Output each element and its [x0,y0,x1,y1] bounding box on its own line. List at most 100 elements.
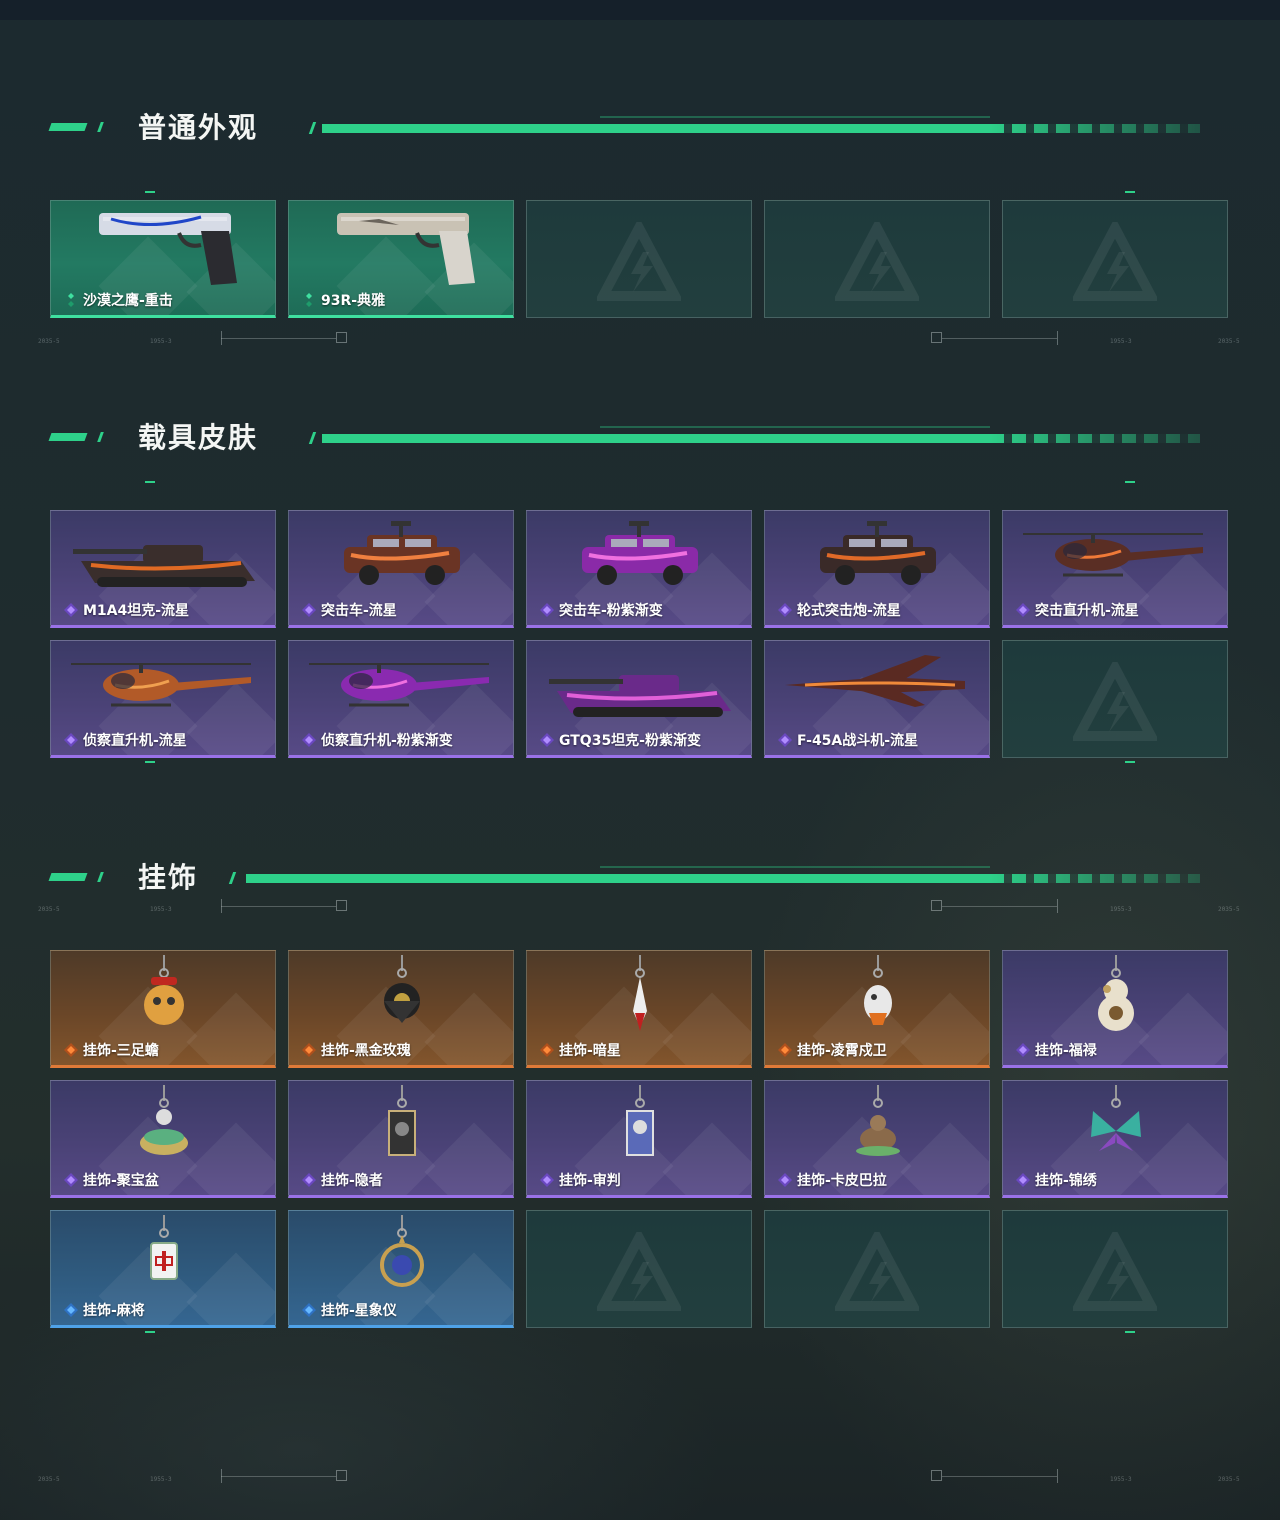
header-dash [48,873,88,881]
item-label: F-45A战斗机-流星 [777,730,918,750]
item-card[interactable]: 侦察直升机-粉紫渐变 [288,640,514,758]
item-name: 93R-典雅 [321,293,386,309]
item-card[interactable]: 突击直升机-流星 [1002,510,1228,628]
rarity-purple-icon [539,602,555,618]
empty-slot [526,200,752,318]
rarity-orange-icon [777,1042,793,1058]
placeholder-logo-icon [594,216,684,306]
item-label: 挂饰-星象仪 [301,1300,397,1320]
hud-tick [1057,1469,1058,1483]
item-card[interactable]: 侦察直升机-流星 [50,640,276,758]
hud-label: 1955-3 [1110,906,1132,913]
rarity-purple-icon [301,732,317,748]
item-name: 挂饰-凌霄戍卫 [797,1043,887,1059]
item-name: 挂饰-审判 [559,1173,621,1189]
header-tick [97,432,104,442]
item-card[interactable]: GTQ35坦克-粉紫渐变 [526,640,752,758]
rarity-purple-icon [777,1172,793,1188]
hud-square [336,900,347,911]
hud-label: 1955-3 [1110,1476,1132,1483]
item-card[interactable]: 挂饰-凌霄戍卫 [764,950,990,1068]
item-card[interactable]: 挂饰-福禄 [1002,950,1228,1068]
rarity-purple-icon [777,602,793,618]
empty-slot [1002,200,1228,318]
item-name: M1A4坦克-流星 [83,603,190,619]
item-label: 侦察直升机-粉紫渐变 [301,730,453,750]
rarity-purple-icon [301,602,317,618]
header-tick [97,872,104,882]
item-card[interactable]: 沙漠之鹰-重击 [50,200,276,318]
hud-line [221,906,336,907]
item-label: 挂饰-锦绣 [1015,1170,1097,1190]
item-name: 挂饰-聚宝盆 [83,1173,159,1189]
hud-label: 2035-5 [1218,338,1240,345]
section-header-appearance: 普通外观 [0,108,1280,148]
item-name: 挂饰-隐者 [321,1173,383,1189]
item-card[interactable]: 挂饰-星象仪 [288,1210,514,1328]
rarity-orange-icon [301,1042,317,1058]
item-label: 挂饰-卡皮巴拉 [777,1170,887,1190]
item-card[interactable]: 挂饰-审判 [526,1080,752,1198]
hud-decoration: 2035-5 1955-3 1955-3 2035-5 [0,1468,1280,1488]
hud-label: 1955-3 [150,1476,172,1483]
placeholder-logo-icon [594,1226,684,1316]
item-card[interactable]: 挂饰-隐者 [288,1080,514,1198]
hud-decoration: 2035-5 1955-3 1955-3 2035-5 [0,898,1280,918]
item-label: 挂饰-麻将 [63,1300,145,1320]
rarity-purple-icon [1015,1172,1031,1188]
item-card[interactable]: 挂饰-麻将 [50,1210,276,1328]
hud-line [942,1476,1057,1477]
corner-mark [1125,481,1135,483]
item-card[interactable]: 93R-典雅 [288,200,514,318]
item-card[interactable]: 轮式突击炮-流星 [764,510,990,628]
item-card[interactable]: 挂饰-卡皮巴拉 [764,1080,990,1198]
item-card[interactable]: 挂饰-聚宝盆 [50,1080,276,1198]
item-card[interactable]: 挂饰-暗星 [526,950,752,1068]
header-tick [228,872,237,884]
placeholder-logo-icon [1070,656,1160,746]
item-name: 突击直升机-流星 [1035,603,1139,619]
item-name: 沙漠之鹰-重击 [83,293,173,309]
item-card[interactable]: 突击车-流星 [288,510,514,628]
hud-label: 1955-3 [150,338,172,345]
hud-line [942,906,1057,907]
hud-line [221,338,336,339]
item-card[interactable]: 挂饰-锦绣 [1002,1080,1228,1198]
item-label: 挂饰-黑金玫瑰 [301,1040,411,1060]
header-bar [322,124,990,133]
item-name: 挂饰-星象仪 [321,1303,397,1319]
section-title: 载具皮肤 [138,421,259,454]
item-card[interactable]: 突击车-粉紫渐变 [526,510,752,628]
item-name: 挂饰-黑金玫瑰 [321,1043,411,1059]
section-title: 普通外观 [138,111,259,144]
item-label: 93R-典雅 [301,290,385,310]
item-card[interactable]: 挂饰-三足蟾 [50,950,276,1068]
hud-label: 1955-3 [1110,338,1132,345]
rarity-purple-icon [1015,602,1031,618]
hud-decoration: 2035-5 1955-3 1955-3 2035-5 [0,330,1280,350]
item-card[interactable]: M1A4坦克-流星 [50,510,276,628]
item-label: 挂饰-审判 [539,1170,621,1190]
item-label: 沙漠之鹰-重击 [63,290,173,310]
item-card[interactable]: F-45A战斗机-流星 [764,640,990,758]
header-dash [48,123,88,131]
rarity-purple-icon [1015,1042,1031,1058]
rarity-purple-icon [63,602,79,618]
corner-mark [1125,1331,1135,1333]
hud-square [931,332,942,343]
header-tick [97,122,104,132]
empty-slot [764,1210,990,1328]
hud-tick [1057,899,1058,913]
hud-label: 2035-5 [38,1476,60,1483]
section-header-vehicle-skins: 载具皮肤 [0,418,1280,458]
rarity-purple-icon [539,1172,555,1188]
rarity-purple-icon [301,1172,317,1188]
placeholder-logo-icon [832,1226,922,1316]
header-dash [48,433,88,441]
corner-mark [145,761,155,763]
hud-label: 1955-3 [150,906,172,913]
empty-slot [526,1210,752,1328]
item-card[interactable]: 挂饰-黑金玫瑰 [288,950,514,1068]
corner-mark [145,481,155,483]
corner-mark [1125,191,1135,193]
